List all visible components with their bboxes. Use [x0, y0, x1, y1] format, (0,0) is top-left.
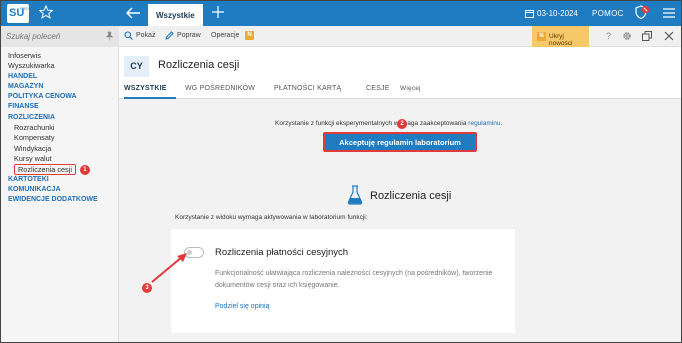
tab-wg-posrednikow[interactable]: WG POŚREDNIKÓW: [185, 85, 255, 92]
sidebar-item-handel[interactable]: HANDEL: [1, 72, 119, 82]
app-logo[interactable]: SU PRO: [7, 4, 29, 23]
hide-news-label: Ukryj nowości: [549, 33, 573, 47]
annotation-badge-2: 2: [397, 119, 407, 129]
view-tabs: WSZYSTKIE WG POŚREDNIKÓW PŁATNOŚCI KARTĄ…: [119, 82, 681, 99]
sidebar-item-finanse[interactable]: FINANSE: [1, 102, 119, 112]
tab-wszystkie[interactable]: Wszystkie: [148, 4, 203, 26]
sidebar-item-label: KARTOTEKI: [8, 175, 49, 183]
news-badge-icon[interactable]: N: [245, 31, 254, 40]
lab-title: Rozliczenia cesji: [370, 190, 452, 202]
flask-icon: [347, 185, 363, 205]
close-icon[interactable]: [664, 31, 674, 41]
search-input[interactable]: [6, 30, 98, 43]
sidebar-item-label: POLITYKA CENOWA: [8, 93, 77, 101]
sidebar-item-rozliczenia-cesji[interactable]: Rozliczenia cesji 1: [1, 164, 119, 176]
regulations-link[interactable]: regulaminu: [468, 120, 500, 127]
sidebar-item-label: EWIDENCJE DODATKOWE: [8, 196, 98, 204]
operations-button[interactable]: Operacje: [211, 32, 239, 39]
sidebar-item-kompensaty[interactable]: Kompensaty: [1, 133, 119, 143]
sidebar-item-label: Kursy walut: [14, 153, 52, 163]
sidebar-item-rozliczenia[interactable]: ROZLICZENIA: [1, 113, 119, 123]
tab-more[interactable]: Więcej: [400, 85, 421, 92]
help-question-icon[interactable]: ?: [606, 31, 611, 41]
gear-icon[interactable]: [622, 31, 632, 41]
page-title: Rozliczenia cesji: [158, 59, 240, 71]
annotation-arrow: [151, 253, 187, 283]
sidebar-item-label: Infoserwis: [8, 51, 41, 60]
notice-suffix: .: [500, 120, 503, 127]
calendar-icon: [525, 10, 534, 18]
feedback-link[interactable]: Podziel się opinią: [215, 303, 269, 310]
sidebar: InfoserwisWyszukiwarkaHANDEL MAGAZYN POLIT…: [1, 26, 119, 342]
pencil-icon[interactable]: [165, 31, 174, 40]
notice-text: Korzystanie z funkcji eksperymentalnych …: [275, 120, 469, 127]
star-icon[interactable]: [39, 5, 53, 19]
sidebar-search: [1, 26, 119, 47]
sidebar-item-label: KOMUNIKACJA: [8, 185, 61, 193]
pin-icon[interactable]: [105, 31, 114, 41]
feature-title: Rozliczenia płatności cesyjnych: [215, 247, 349, 258]
current-date[interactable]: 03-10-2024: [537, 9, 578, 18]
sidebar-item-label: Kompensaty: [14, 133, 55, 143]
plus-icon[interactable]: [212, 6, 224, 18]
help-link[interactable]: POMOC: [592, 9, 624, 18]
feature-description: Funkcjonalność ułatwiająca rozliczenia n…: [215, 270, 493, 289]
top-bar: SU PRO Wszystkie 03-10-2024 POMOC: [1, 1, 681, 26]
sidebar-item-rozrachunki[interactable]: Rozrachunki: [1, 123, 119, 133]
sidebar-item-polityka-cenowa[interactable]: POLITYKA CENOWA: [1, 92, 119, 102]
sidebar-nav: Infoserwis Wyszukiwarka HANDEL MAGAZYN POLIT…: [1, 51, 119, 205]
sidebar-item-kartoteki[interactable]: KARTOTEKI: [1, 175, 119, 185]
accept-regulations-button[interactable]: Akceptuję regulamin laboratorium: [323, 132, 477, 152]
sidebar-item-label: Rozrachunki: [14, 123, 55, 133]
sidebar-item-label: HANDEL: [8, 72, 38, 80]
toolbar: Pokaż Popraw Operacje N N Ukryj nowości …: [119, 26, 681, 47]
sidebar-item-magazyn[interactable]: MAGAZYN: [1, 82, 119, 92]
back-arrow-icon[interactable]: [125, 6, 141, 20]
new-window-icon[interactable]: [642, 31, 652, 41]
sidebar-item-kursy-walut[interactable]: Kursy walut: [1, 154, 119, 164]
sidebar-item-label: ROZLICZENIA: [8, 113, 56, 121]
tab-platnosci-karta[interactable]: PŁATNOŚCI KARTĄ: [274, 85, 341, 92]
annotation-badge-1: 1: [79, 165, 90, 176]
sidebar-item-wyszukiwarka[interactable]: Wyszukiwarka: [1, 61, 119, 71]
sidebar-item-ewidencje-dodatkowe[interactable]: EWIDENCJE DODATKOWE: [1, 195, 119, 205]
lab-info-text: Korzystanie z widoku wymaga aktywowania …: [175, 214, 368, 221]
sidebar-item-label: Windykacja: [14, 143, 52, 153]
logo-sub: PRO: [20, 6, 29, 11]
module-code-badge: CY: [124, 56, 149, 77]
sidebar-item-label: MAGAZYN: [8, 82, 44, 90]
tab-cesje[interactable]: CESJE: [366, 85, 390, 92]
shield-alert-icon[interactable]: [634, 5, 650, 21]
sidebar-item-komunikacja[interactable]: KOMUNIKACJA: [1, 185, 119, 195]
annotation-badge-3: 3: [142, 283, 152, 293]
sidebar-item-label: Rozliczenia cesji: [14, 164, 76, 176]
news-n-icon: N: [537, 32, 546, 41]
sidebar-item-windykacja[interactable]: Windykacja: [1, 144, 119, 154]
show-button[interactable]: Pokaż: [136, 32, 155, 39]
fix-button[interactable]: Popraw: [177, 32, 201, 39]
sidebar-item-label: Wyszukiwarka: [8, 61, 55, 71]
hide-news-button[interactable]: N Ukryj nowości: [532, 26, 589, 47]
search-icon[interactable]: [124, 31, 133, 40]
hamburger-menu-icon[interactable]: [663, 8, 675, 18]
sidebar-item-label: FINANSE: [8, 103, 39, 111]
tab-wszystkie-view[interactable]: WSZYSTKIE: [124, 85, 167, 92]
lab-notice: Korzystanie z funkcji eksperymentalnych …: [275, 120, 502, 127]
app-window: SU PRO Wszystkie 03-10-2024 POMOC Szukaj…: [0, 0, 682, 343]
sidebar-item-infoserwis[interactable]: Infoserwis: [1, 51, 119, 61]
